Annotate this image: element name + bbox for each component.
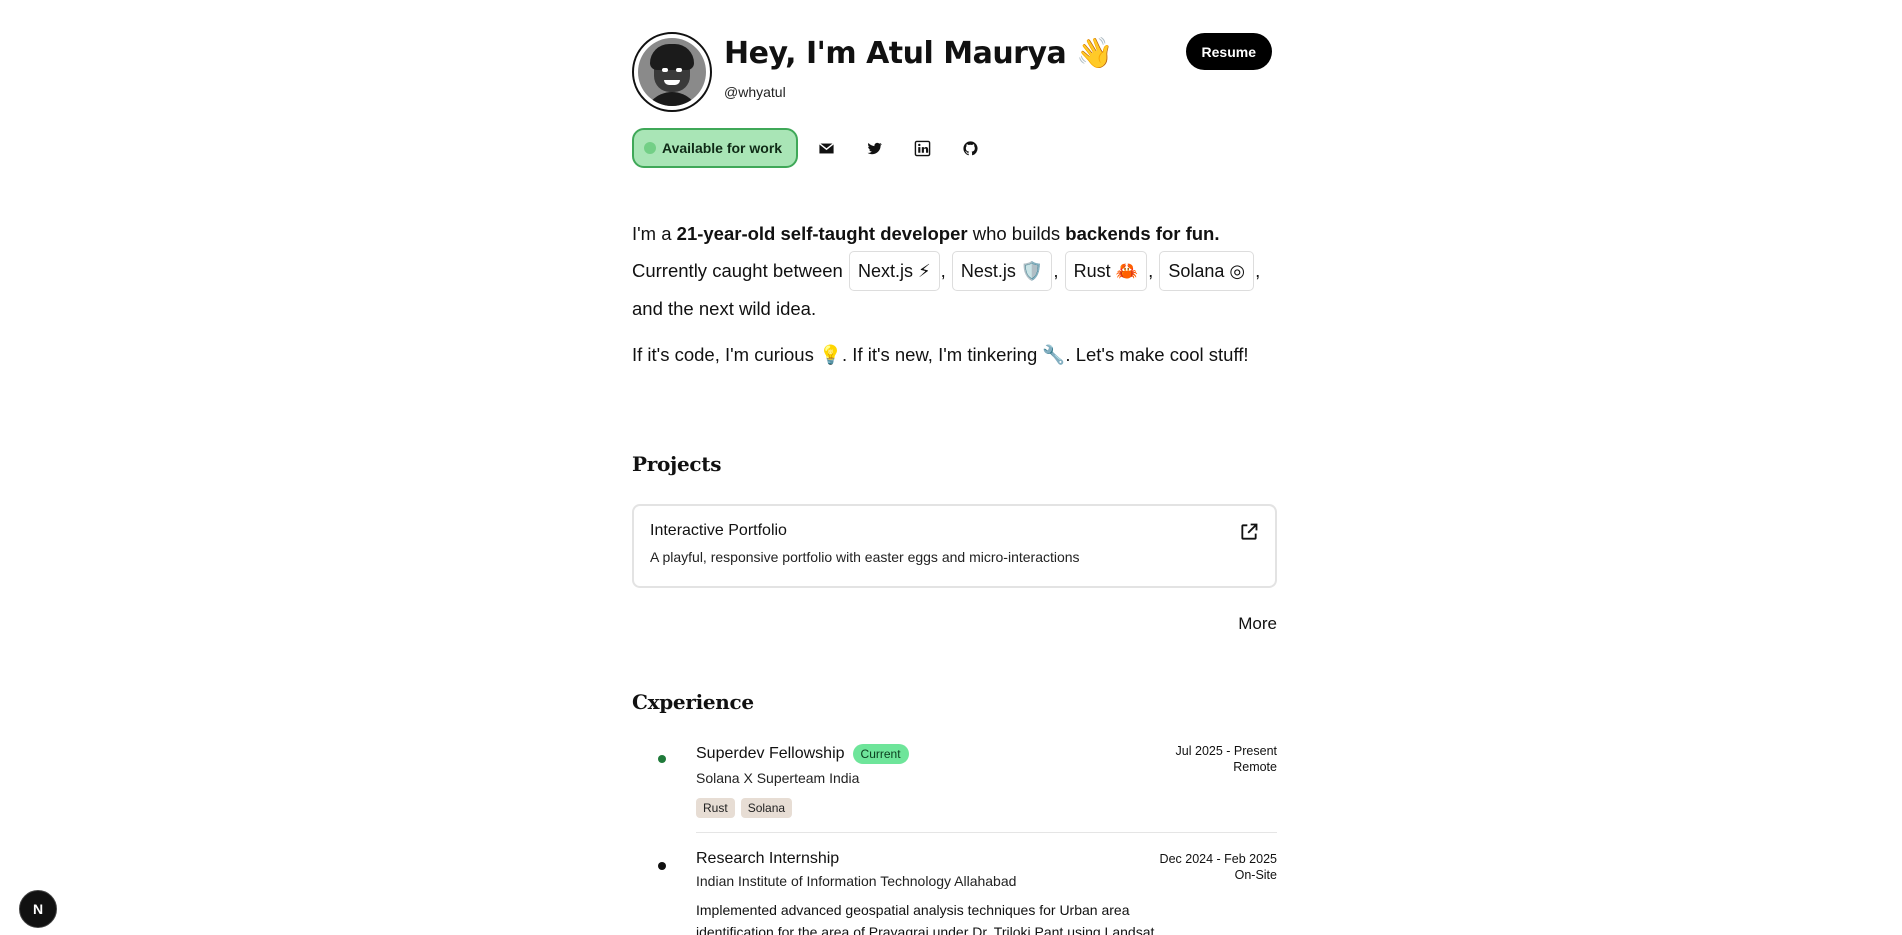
- available-label: Available for work: [662, 140, 783, 156]
- experience-tags: Rust Solana: [696, 798, 793, 818]
- linkedin-icon[interactable]: [902, 128, 942, 168]
- tag-solana: Solana: [740, 798, 793, 818]
- experience-role: Superdev Fellowship Current: [696, 744, 909, 764]
- experience-heading: Cxperience: [632, 690, 754, 714]
- experience-meta: Jul 2025 - Present Remote: [1176, 743, 1277, 775]
- project-description: A playful, responsive portfolio with eas…: [650, 549, 1080, 565]
- twitter-icon[interactable]: [854, 128, 894, 168]
- current-badge: Current: [852, 744, 909, 764]
- experience-description: Implemented advanced geospatial analysis…: [696, 902, 1155, 935]
- more-projects-link[interactable]: More: [1238, 614, 1277, 634]
- page-title: Hey, I'm Atul Maurya 👋: [724, 36, 1114, 71]
- timeline-dot-icon: [658, 755, 666, 763]
- projects-heading: Projects: [632, 452, 722, 476]
- tech-chip-nestjs[interactable]: Nest.js 🛡️: [951, 251, 1053, 291]
- intro-highlight-backends: backends for fun.: [1065, 223, 1220, 244]
- tech-chip-rust[interactable]: Rust 🦀: [1064, 251, 1148, 291]
- tech-chip-nextjs[interactable]: Next.js ⚡: [848, 251, 940, 291]
- tag-rust: Rust: [696, 798, 735, 818]
- nextjs-dev-badge[interactable]: N: [19, 890, 57, 928]
- tech-chip-solana[interactable]: Solana ◎: [1159, 251, 1255, 291]
- available-for-work-badge[interactable]: Available for work: [632, 128, 799, 168]
- experience-org: Solana X Superteam India: [696, 770, 860, 786]
- intro-paragraph: I'm a 21-year-old self-taught developer …: [632, 223, 1261, 319]
- experience-meta: Dec 2024 - Feb 2025 On-Site: [1160, 851, 1277, 883]
- experience-dates: Dec 2024 - Feb 2025: [1159, 852, 1277, 866]
- resume-button[interactable]: Resume: [1185, 33, 1272, 70]
- project-card[interactable]: Interactive Portfolio A playful, respons…: [632, 504, 1277, 588]
- status-dot-icon: [644, 142, 656, 154]
- intro-tagline: If it's code, I'm curious 💡. If it's new…: [632, 344, 1249, 365]
- intro-highlight-age: 21-year-old self-taught developer: [676, 223, 968, 244]
- project-name: Interactive Portfolio: [650, 522, 787, 539]
- timeline-dot-icon: [658, 862, 666, 870]
- github-icon[interactable]: [950, 128, 990, 168]
- avatar: [632, 32, 712, 112]
- experience-dates: Jul 2025 - Present: [1175, 744, 1277, 758]
- mail-icon[interactable]: [806, 128, 846, 168]
- avatar-illustration: [638, 38, 706, 106]
- experience-org: Indian Institute of Information Technolo…: [696, 873, 1017, 889]
- external-link-icon[interactable]: [1239, 522, 1259, 542]
- experience-role: Research Internship: [696, 850, 840, 867]
- experience-location: Remote: [1233, 760, 1277, 774]
- user-handle: @whyatul: [724, 84, 786, 100]
- experience-location: On-Site: [1234, 868, 1277, 882]
- status-row: Available for work: [632, 128, 990, 168]
- divider: [696, 832, 1277, 833]
